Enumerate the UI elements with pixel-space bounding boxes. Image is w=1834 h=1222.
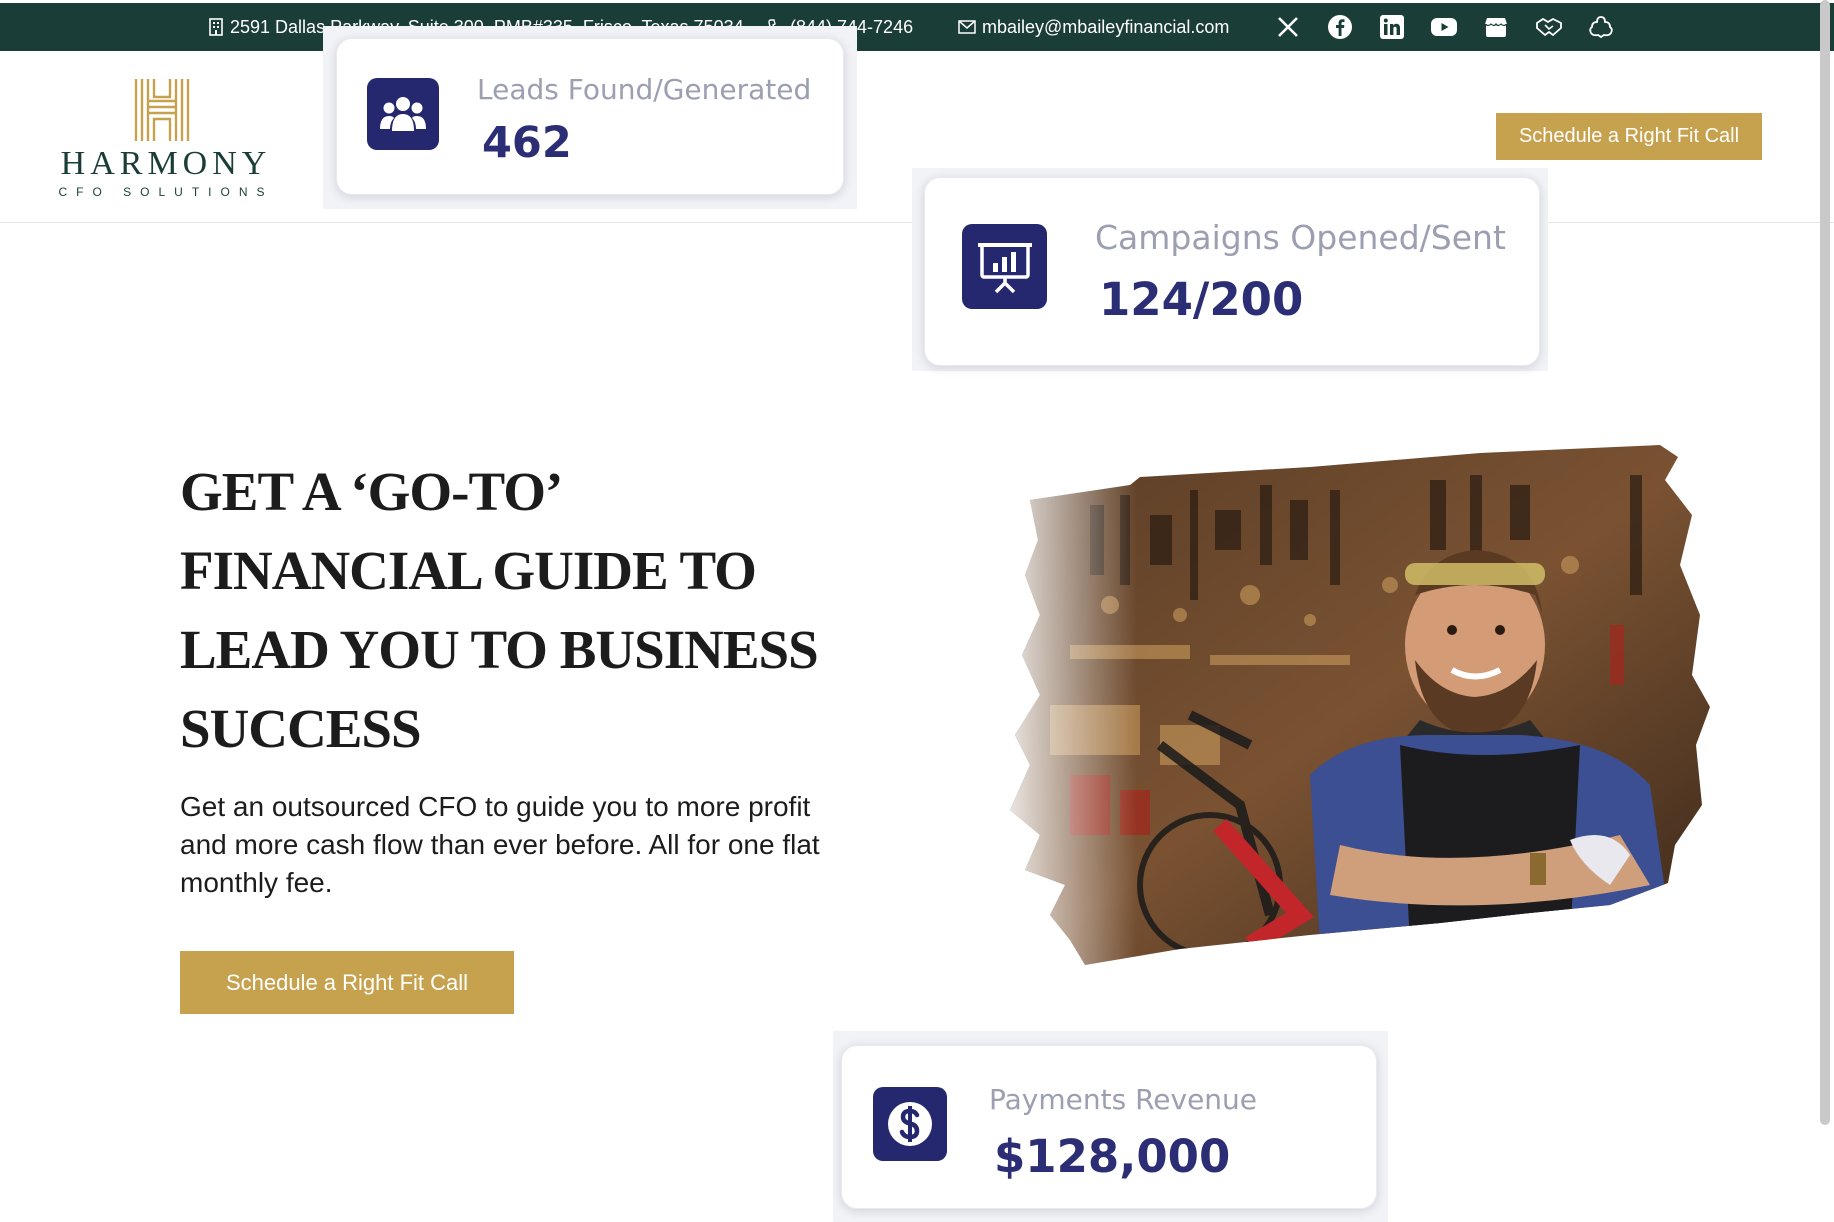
x-icon[interactable] (1275, 14, 1301, 40)
presentation-chart-icon (962, 224, 1047, 309)
campaigns-stat-card: Campaigns Opened/Sent 124/200 (924, 177, 1540, 366)
leads-label: Leads Found/Generated (477, 73, 812, 106)
hero-subcopy: Get an outsourced CFO to guide you to mo… (180, 791, 820, 898)
cloud-icon[interactable] (1588, 14, 1614, 40)
facebook-icon[interactable] (1327, 14, 1353, 40)
payments-label: Payments Revenue (989, 1083, 1258, 1116)
store-icon[interactable] (1483, 14, 1509, 40)
email-text[interactable]: mbailey@mbaileyfinancial.com (982, 17, 1229, 38)
email-info[interactable]: mbailey@mbaileyfinancial.com (958, 3, 1229, 51)
leads-value: 462 (482, 118, 572, 168)
top-info-bar: 2591 Dallas Parkway, Suite 300, PMB#335,… (0, 3, 1834, 51)
users-icon (367, 78, 439, 150)
campaigns-value: 124/200 (1099, 273, 1304, 326)
logo-wordmark: HARMONY (60, 145, 272, 182)
page-scrollbar[interactable] (1820, 0, 1830, 1125)
logo-mark-icon (134, 79, 190, 141)
payments-value: $128,000 (994, 1130, 1231, 1183)
leads-stat-card: Leads Found/Generated 462 (336, 38, 844, 195)
harmony-logo[interactable]: HARMONY CFO SOLUTIONS (46, 77, 286, 207)
mail-icon (958, 20, 976, 34)
handshake-icon[interactable] (1536, 14, 1562, 40)
campaigns-label: Campaigns Opened/Sent (1095, 218, 1506, 257)
header-schedule-call-button[interactable]: Schedule a Right Fit Call (1496, 113, 1762, 160)
building-icon (208, 18, 224, 36)
linkedin-icon[interactable] (1379, 14, 1405, 40)
logo-tagline: CFO SOLUTIONS (58, 185, 274, 199)
hero-headline: GET A ‘GO-TO’ FINANCIAL GUIDE TO LEAD YO… (180, 461, 819, 759)
youtube-icon[interactable] (1431, 14, 1457, 40)
payments-stat-card: Payments Revenue $128,000 (841, 1045, 1377, 1209)
hero-schedule-call-button[interactable]: Schedule a Right Fit Call (180, 951, 514, 1014)
dollar-icon (873, 1087, 947, 1161)
hero-mechanic-photo (1010, 445, 1710, 965)
